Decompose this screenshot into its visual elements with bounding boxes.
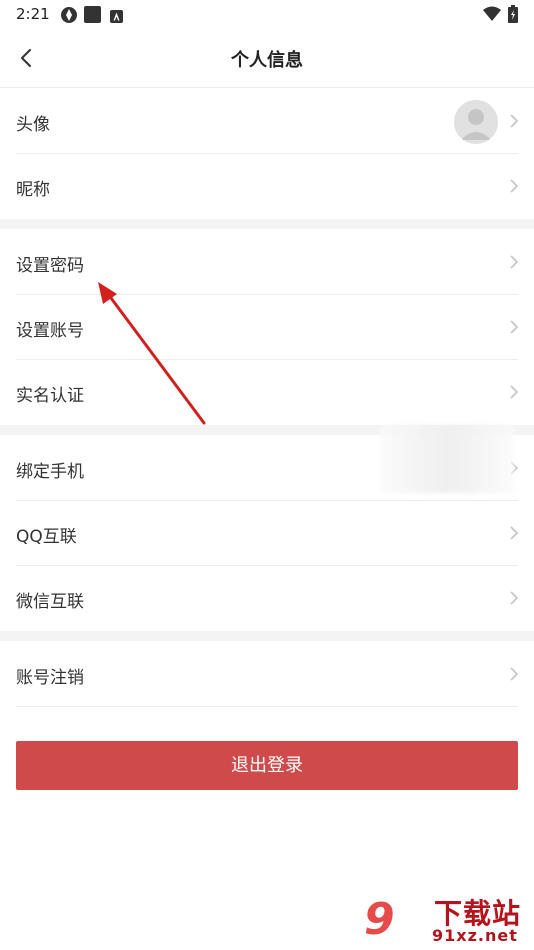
chevron-right-icon — [510, 114, 519, 128]
row-label: 昵称 — [16, 180, 50, 200]
row-label: QQ互联 — [16, 527, 77, 547]
watermark-number: 9 — [364, 894, 395, 945]
chevron-right-icon — [510, 591, 519, 605]
row-set-password[interactable]: 设置密码 — [0, 229, 534, 295]
section-gap — [0, 631, 534, 641]
page-title: 个人信息 — [231, 50, 303, 71]
sync-icon — [60, 6, 78, 28]
row-label: 账号注销 — [16, 668, 84, 688]
status-bar: 2:21 — [0, 0, 534, 30]
app-notification-icon — [110, 8, 123, 27]
nav-bar: 个人信息 — [0, 30, 534, 88]
row-label: 设置账号 — [16, 321, 84, 341]
chevron-right-icon — [510, 179, 519, 193]
battery-icon — [508, 5, 518, 27]
site-watermark: 9 下载站 91xz.net — [360, 888, 534, 950]
row-label: 微信互联 — [16, 592, 84, 612]
square-icon — [84, 6, 101, 27]
watermark-url: 91xz.net — [432, 926, 518, 945]
row-avatar[interactable]: 头像 — [0, 89, 534, 154]
status-time: 2:21 — [16, 5, 50, 23]
row-set-account[interactable]: 设置账号 — [0, 295, 534, 360]
row-delete-account[interactable]: 账号注销 — [0, 641, 534, 707]
row-label: 实名认证 — [16, 386, 84, 406]
row-real-name-verification[interactable]: 实名认证 — [0, 360, 534, 425]
row-wechat-link[interactable]: 微信互联 — [0, 566, 534, 631]
default-avatar-icon — [454, 100, 498, 144]
logout-button[interactable]: 退出登录 — [16, 741, 518, 790]
chevron-right-icon — [510, 255, 519, 269]
chevron-right-icon — [510, 526, 519, 540]
row-label: 绑定手机 — [16, 462, 84, 482]
wifi-icon — [483, 6, 501, 26]
blurred-redaction — [380, 425, 514, 493]
chevron-right-icon — [510, 667, 519, 681]
chevron-right-icon — [510, 320, 519, 334]
chevron-right-icon — [510, 385, 519, 399]
row-nickname[interactable]: 昵称 — [0, 154, 534, 219]
row-qq-link[interactable]: QQ互联 — [0, 501, 534, 566]
row-label: 头像 — [16, 115, 50, 135]
section-gap — [0, 219, 534, 229]
row-label: 设置密码 — [16, 256, 84, 276]
divider — [16, 706, 518, 707]
